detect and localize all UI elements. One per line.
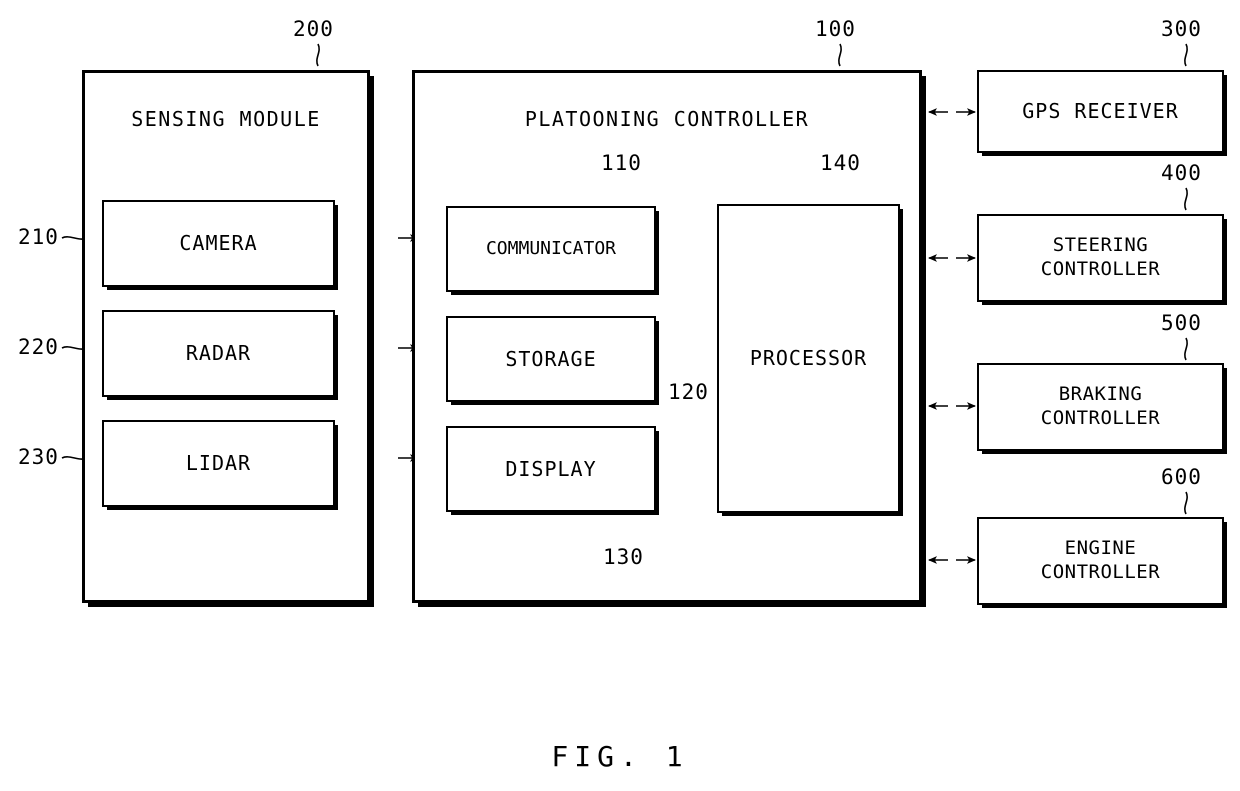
radar-block[interactable]: RADAR: [102, 310, 335, 397]
ref-230: 230: [18, 445, 59, 469]
camera-block[interactable]: CAMERA: [102, 200, 335, 287]
ref-100: 100: [815, 17, 856, 41]
leader-400: [1184, 187, 1188, 211]
lidar-block[interactable]: LIDAR: [102, 420, 335, 507]
lidar-label: LIDAR: [185, 451, 252, 475]
engine-controller-line2: CONTROLLER: [1040, 561, 1161, 583]
ref-130: 130: [603, 545, 644, 569]
storage-block[interactable]: STORAGE: [446, 316, 656, 402]
ref-220: 220: [18, 335, 59, 359]
figure-caption: FIG. 1: [551, 740, 689, 773]
gps-receiver-label: GPS RECEIVER: [1022, 99, 1179, 123]
communicator-label: COMMUNICATOR: [485, 237, 617, 259]
braking-controller-line1: BRAKING: [1058, 383, 1143, 406]
radar-label: RADAR: [185, 341, 252, 365]
braking-controller-label: BRAKING CONTROLLER: [1041, 383, 1160, 431]
ref-400: 400: [1161, 161, 1202, 185]
sensing-module-title: SENSING MODULE: [131, 107, 321, 131]
gps-receiver-block[interactable]: GPS RECEIVER: [977, 70, 1224, 153]
communicator-block[interactable]: COMMUNICATOR: [446, 206, 656, 292]
leader-500: [1184, 337, 1188, 361]
ref-120: 120: [668, 380, 709, 404]
engine-controller-label: ENGINE CONTROLLER: [1041, 537, 1160, 585]
engine-controller-line1: ENGINE: [1064, 537, 1137, 560]
display-block[interactable]: DISPLAY: [446, 426, 656, 512]
ref-500: 500: [1161, 311, 1202, 335]
platooning-controller-title: PLATOONING CONTROLLER: [524, 107, 810, 131]
braking-controller-line2: CONTROLLER: [1040, 407, 1161, 429]
leader-300: [1184, 43, 1188, 67]
steering-controller-label: STEERING CONTROLLER: [1041, 234, 1160, 282]
display-label: DISPLAY: [505, 456, 597, 481]
ref-600: 600: [1161, 465, 1202, 489]
processor-label: PROCESSOR: [749, 346, 868, 370]
braking-controller-block[interactable]: BRAKING CONTROLLER: [977, 363, 1224, 451]
leader-200: [316, 43, 320, 67]
engine-controller-block[interactable]: ENGINE CONTROLLER: [977, 517, 1224, 605]
camera-label: CAMERA: [179, 231, 258, 255]
leader-100: [838, 43, 842, 67]
ref-200: 200: [293, 17, 334, 41]
ref-300: 300: [1161, 17, 1202, 41]
patent-figure: SENSING MODULE CAMERA RADAR LIDAR PLATOO…: [0, 0, 1240, 791]
ref-110: 110: [601, 151, 642, 175]
leader-600: [1184, 491, 1188, 515]
storage-label: STORAGE: [505, 346, 597, 371]
ref-210: 210: [18, 225, 59, 249]
steering-controller-block[interactable]: STEERING CONTROLLER: [977, 214, 1224, 302]
steering-controller-line2: CONTROLLER: [1040, 258, 1161, 280]
steering-controller-line1: STEERING: [1052, 234, 1149, 257]
processor-block[interactable]: PROCESSOR: [717, 204, 900, 513]
ref-140: 140: [820, 151, 861, 175]
